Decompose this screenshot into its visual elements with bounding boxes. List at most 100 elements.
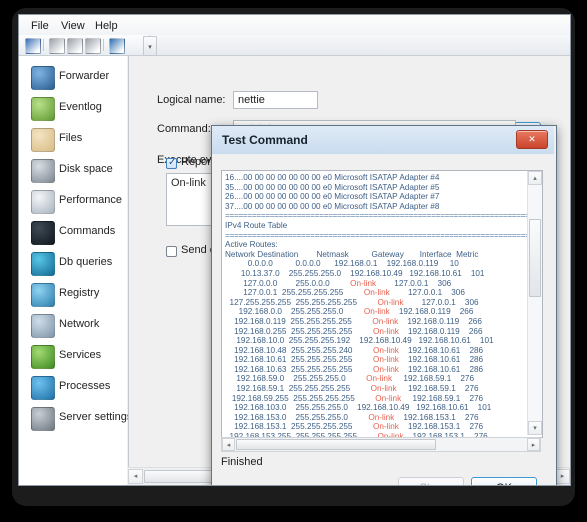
sidebar-item-performance[interactable]: Performance [23,186,127,217]
sidebar-item-label: Db queries [59,256,113,268]
dialog-titlebar[interactable]: Test Command ✕ [212,126,554,154]
sidebar-item-label: Processes [59,380,111,392]
output-line: 127.0.0.0 255.0.0.0 On-link 127.0.0.1 30… [225,278,452,288]
sidebar-item-label: Registry [59,287,100,299]
forwarder-icon [31,66,55,90]
output-vscroll-thumb[interactable] [529,219,541,297]
test-command-dialog: Test Command ✕ 16....00 00 00 00 00 00 0… [211,125,557,485]
onlink-token: On-link [350,278,377,288]
sidebar-item-registry[interactable]: Registry [23,279,127,310]
sidebar-item-label: Services [59,349,102,361]
output-line: 192.168.0.255 255.255.255.255 On-link 19… [225,326,483,336]
onlink-token: On-link [366,374,393,384]
logical-name-input[interactable] [233,91,318,109]
output-line: 192.168.10.0 255.255.255.192 192.168.10.… [225,336,494,346]
sidebar-item-network[interactable]: Network [23,310,127,341]
output-line: Active Routes: [225,240,278,250]
output-hscroll-thumb[interactable] [236,439,436,450]
output-line: 192.168.59.255 255.255.255.255 On-link 1… [225,393,484,403]
application-window: File View Help ▾ Forwarder Eventlog Files Dis… [18,14,571,486]
eventlog-icon [31,97,55,121]
sidebar-item-services[interactable]: Services [23,341,127,372]
scroll-left-icon[interactable]: ◂ [128,469,143,484]
output-line: IPv4 Route Table [225,220,288,230]
sidebar-item-label: Server settings [59,411,133,423]
menu-help[interactable]: Help [91,19,122,33]
sidebar-item-db-queries[interactable]: Db queries [23,248,127,279]
onlink-token: On-link [372,326,399,336]
refresh-icon[interactable] [67,38,83,54]
output-line: 192.168.0.0 255.255.255.0 On-link 192.16… [225,307,474,317]
ok-button[interactable]: OK [471,477,537,485]
save-icon[interactable] [25,38,41,54]
menu-view[interactable]: View [57,19,89,33]
menu-file[interactable]: File [27,19,53,33]
onlink-token: On-link [372,364,399,374]
send-command-checkbox[interactable] [166,246,177,257]
output-scroll-left-icon[interactable]: ◂ [222,438,235,451]
sidebar-item-label: Disk space [59,163,113,175]
sidebar-item-label: Commands [59,225,116,237]
sidebar-item-server-settings[interactable]: Server settings [23,403,132,434]
output-line: Network Destination Netmask Gateway Inte… [225,249,479,259]
command-label: Command: [157,123,211,135]
sidebar-item-forwarder[interactable]: Forwarder [23,62,127,93]
report-only-checkbox[interactable]: ✓ [166,157,177,169]
output-horizontal-scrollbar[interactable]: ◂ ▸ [221,437,541,452]
performance-icon [31,190,55,214]
sidebar-item-commands[interactable]: Commands [23,217,127,248]
output-line: 192.168.0.119 255.255.255.255 On-link 19… [225,316,482,326]
output-line: 192.168.103.0 255.255.255.0 192.168.10.4… [225,403,492,413]
output-line: 127.0.0.1 255.255.255.255 On-link 127.0.… [225,288,465,298]
dialog-status-text: Finished [221,456,263,468]
output-line: 10.13.37.0 255.255.255.0 192.168.10.49 1… [225,268,485,278]
output-line: 0.0.0.0 0.0.0.0 192.168.0.1 192.168.0.11… [225,259,459,269]
registry-icon [31,283,55,307]
help-icon[interactable] [109,38,125,54]
files-icon [31,128,55,152]
output-line: ========================================… [225,211,543,221]
onlink-token: On-link [372,345,399,355]
output-line: 37....00 00 00 00 00 00 00 e0 Microsoft … [225,201,440,211]
logical-name-label: Logical name: [157,94,226,106]
sidebar-item-disk-space[interactable]: Disk space [23,155,127,186]
command-output-area[interactable]: 16....00 00 00 00 00 00 00 e0 Microsoft … [221,170,543,438]
sidebar-item-label: Forwarder [59,70,110,82]
output-scroll-right-icon[interactable]: ▸ [527,438,540,451]
sidebar-item-eventlog[interactable]: Eventlog [23,93,127,124]
scroll-right-icon[interactable]: ▸ [555,469,570,484]
toolbar-separator [103,39,104,51]
output-vertical-scrollbar[interactable]: ▴ ▾ [527,171,542,435]
toolbar-overflow-button[interactable]: ▾ [143,36,157,56]
close-icon[interactable]: ✕ [516,130,548,149]
sidebar: Forwarder Eventlog Files Disk space Performa… [19,56,132,485]
output-line: 35....00 00 00 00 00 00 00 e0 Microsoft … [225,182,440,192]
sidebar-item-label: Eventlog [59,101,102,113]
delete-icon[interactable] [85,38,101,54]
onlink-token: On-link [372,422,399,432]
output-scroll-up-icon[interactable]: ▴ [528,171,542,185]
output-scroll-down-icon[interactable]: ▾ [528,421,542,435]
check-mark-icon: ✓ [168,157,177,168]
sidebar-item-files[interactable]: Files [23,124,127,155]
output-line: 26....00 00 00 00 00 00 00 e0 Microsoft … [225,192,440,202]
onlink-token: On-link [363,288,390,298]
output-line: 127.255.255.255 255.255.255.255 On-link … [225,297,479,307]
toolbar-separator [43,39,44,51]
sidebar-item-label: Performance [59,194,122,206]
output-line: 192.168.153.1 255.255.255.255 On-link 19… [225,422,484,432]
output-line: 192.168.10.61 255.255.255.255 On-link 19… [225,355,484,365]
sidebar-item-label: Files [59,132,83,144]
print-icon[interactable] [49,38,65,54]
sidebar-item-processes[interactable]: Processes [23,372,127,403]
onlink-token: On-link [377,297,404,307]
db-queries-icon [31,252,55,276]
onlink-token: On-link [372,316,399,326]
commands-icon [31,221,55,245]
menu-bar: File View Help [19,15,570,35]
output-line: ========================================… [225,230,543,240]
sidebar-item-label: Network [59,318,100,330]
onlink-token: On-link [375,393,402,403]
stop-button[interactable]: Stop [398,477,464,485]
onlink-token: On-link [363,307,390,317]
